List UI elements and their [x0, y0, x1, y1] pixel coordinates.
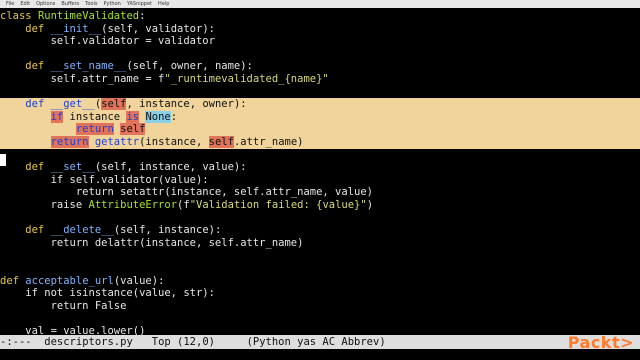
menu-file[interactable]: File [6, 0, 14, 8]
modeline-buffer-name[interactable]: descriptors.py [44, 336, 133, 348]
text-cursor [0, 154, 6, 166]
menu-buffers[interactable]: Buffers [61, 0, 79, 8]
code-line-6: self.attr_name = f"_runtimevalidated_{na… [0, 73, 640, 86]
self-keyword: self [101, 98, 127, 111]
menu-tools[interactable]: Tools [85, 0, 97, 8]
code-line-9-highlighted: if instance is None: [0, 110, 640, 124]
code-text: : [170, 110, 178, 123]
code-text: (self, instance, value): [94, 161, 247, 174]
self-keyword: self [208, 136, 234, 148]
code-line-8-highlighted: def __get__(self, instance, owner): [0, 98, 640, 111]
code-line-5: def __set_name__(self, owner, name): [0, 60, 640, 73]
modeline-modes[interactable]: (Python yas AC Abbrev) [247, 336, 386, 348]
string-literal: "_runtimevalidated_{name}" [164, 73, 329, 85]
function-name: __delete__ [50, 224, 114, 237]
code-text: .attr_name) [233, 136, 304, 148]
code-line-22: def acceptable_url(value): [0, 275, 640, 288]
self-keyword: self [120, 123, 146, 136]
function-name: __get__ [50, 98, 95, 111]
code-text: (f [177, 199, 190, 211]
code-line-2: def __init__(self, validator): [0, 23, 640, 36]
code-text: (self, instance): [113, 224, 222, 237]
function-name: __set_name__ [50, 60, 127, 73]
keyword: is [126, 110, 140, 123]
class-name: AttributeError [88, 199, 178, 211]
code-text: : [139, 10, 146, 22]
code-text: instance [63, 110, 127, 123]
code-line-26: val = value.lower() [0, 325, 146, 335]
string-literal: "Validation failed: {value}" [189, 199, 367, 211]
menu-options[interactable]: Options [36, 0, 55, 8]
code-text: ) [366, 199, 374, 211]
menu-yasnippet[interactable]: YASnippet [127, 0, 152, 8]
code-line-13: def __set__(self, instance, value): [0, 161, 640, 174]
code-line-1: class RuntimeValidated: [0, 10, 640, 23]
code-text: raise [0, 199, 89, 211]
function-name: __set__ [50, 161, 95, 174]
echo-area [0, 349, 640, 360]
code-text: self.attr_name = f [0, 73, 165, 85]
keyword: class [0, 10, 32, 22]
code-line-11-highlighted: return getattr(instance, self.attr_name) [0, 136, 640, 149]
modeline-status: -:--- [0, 336, 45, 348]
function-name: __init__ [50, 22, 102, 35]
menu-edit[interactable]: Edit [20, 0, 30, 8]
code-text: (instance, [139, 136, 209, 148]
code-line-16: raise AttributeError(f"Validation failed… [0, 199, 640, 212]
mode-line: -:--- descriptors.py Top (12,0) (Python … [0, 335, 640, 349]
keyword: def [25, 98, 45, 111]
keyword: def [0, 60, 45, 73]
keyword: def [0, 22, 45, 35]
function-name: acceptable_url [25, 274, 114, 287]
menu-bar: File Edit Options Buffers Tools Python Y… [0, 0, 640, 8]
keyword: return [50, 136, 89, 148]
packt-logo: Packt> [567, 333, 634, 352]
code-text: (value): [113, 274, 165, 287]
keyword: if [50, 110, 64, 123]
code-line-3: self.validator = validator [0, 35, 215, 48]
code-line-15: return setattr(instance, self.attr_name,… [0, 186, 373, 199]
keyword: def [0, 274, 19, 287]
code-line-24: return False [0, 299, 127, 312]
code-line-14: if self.validator(value): [0, 173, 209, 186]
code-line-23: if not isinstance(value, str): [0, 287, 215, 300]
keyword: return [75, 123, 114, 136]
none-literal: None [145, 110, 171, 123]
code-text: , instance, owner): [126, 98, 247, 111]
modeline-position: Top (12,0) [132, 336, 247, 348]
code-text: (self, owner, name): [126, 60, 253, 73]
code-line-10-highlighted: return self [0, 123, 640, 136]
function-name: getattr [94, 136, 140, 148]
code-text: (self, validator): [101, 22, 215, 35]
code-editor[interactable]: class RuntimeValidated: def __init__(sel… [0, 8, 640, 335]
code-line-18: def __delete__(self, instance): [0, 224, 640, 237]
keyword: def [0, 161, 45, 174]
menu-python[interactable]: Python [103, 0, 120, 8]
keyword: def [0, 224, 45, 237]
menu-help[interactable]: Help [158, 0, 169, 8]
class-name: RuntimeValidated [37, 10, 140, 22]
code-line-19: return delattr(instance, self.attr_name) [0, 236, 304, 249]
